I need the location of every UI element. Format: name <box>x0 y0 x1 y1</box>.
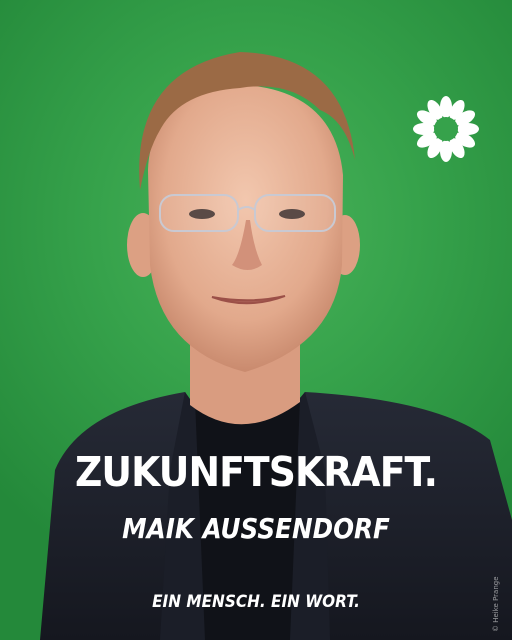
sunflower-icon <box>413 96 479 162</box>
candidate-name: MAIK AUSSENDORF <box>122 512 390 545</box>
slogan: EIN MENSCH. EIN WORT. <box>152 592 360 612</box>
photo-credit: © Heike Prange <box>492 576 500 632</box>
headline: ZUKUNFTSKRAFT. <box>74 448 438 496</box>
campaign-poster: ZUKUNFTSKRAFT. MAIK AUSSENDORF EIN MENSC… <box>0 0 512 640</box>
